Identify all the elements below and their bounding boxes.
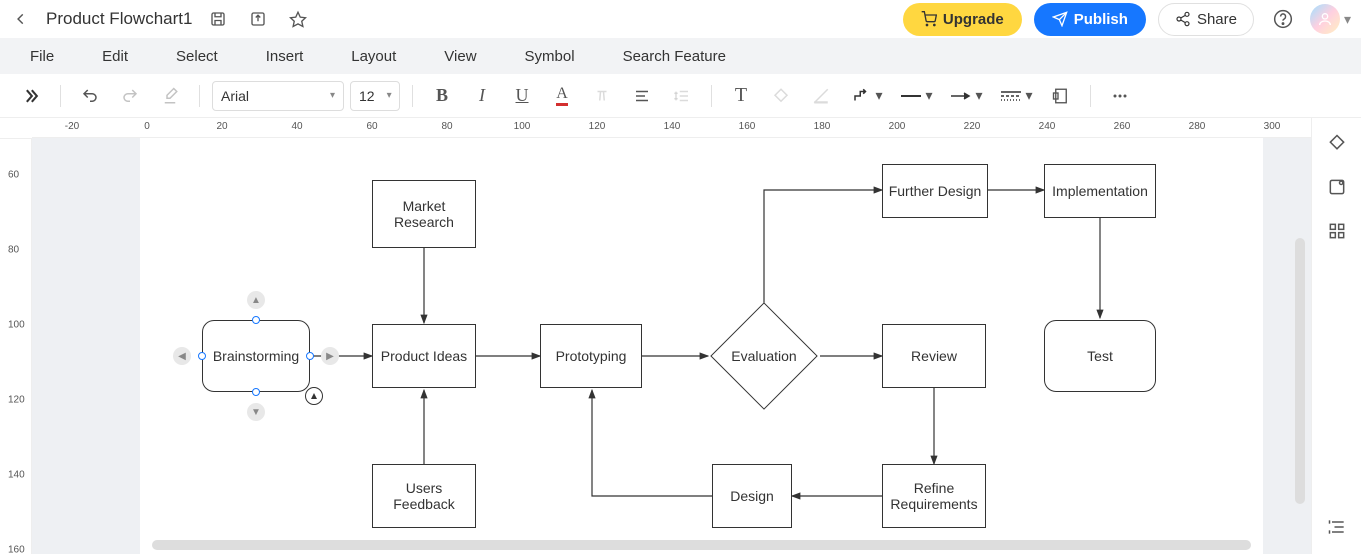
page-setup-icon[interactable] bbox=[1044, 79, 1078, 113]
apps-icon[interactable] bbox=[1324, 218, 1350, 244]
menu-insert[interactable]: Insert bbox=[266, 48, 304, 65]
font-color-icon[interactable]: A bbox=[545, 79, 579, 113]
menu-view[interactable]: View bbox=[444, 48, 476, 65]
menu-edit[interactable]: Edit bbox=[102, 48, 128, 65]
node-users-feedback[interactable]: Users Feedback bbox=[372, 464, 476, 528]
menubar: File Edit Select Insert Layout View Symb… bbox=[0, 38, 1361, 74]
text-tool-icon[interactable]: T bbox=[724, 79, 758, 113]
font-family-dropdown[interactable]: Arial▾ bbox=[212, 81, 344, 111]
user-avatar[interactable]: ▾ bbox=[1298, 4, 1351, 34]
connection-hint-down-icon[interactable]: ▼ bbox=[247, 403, 265, 421]
node-evaluation[interactable]: Evaluation bbox=[708, 314, 820, 398]
save-icon[interactable] bbox=[204, 5, 232, 33]
node-refine-requirements[interactable]: Refine Requirements bbox=[882, 464, 986, 528]
share-button[interactable]: Share bbox=[1158, 3, 1254, 36]
resize-handle[interactable] bbox=[252, 388, 260, 396]
italic-icon[interactable]: I bbox=[465, 79, 499, 113]
node-prototyping[interactable]: Prototyping bbox=[540, 324, 642, 388]
line-color-icon[interactable] bbox=[804, 79, 838, 113]
node-product-ideas[interactable]: Product Ideas bbox=[372, 324, 476, 388]
resize-handle[interactable] bbox=[306, 352, 314, 360]
toolbar: Arial▾ 12▾ B I U A T ▾ ▾ ▾ ▾ bbox=[0, 74, 1361, 118]
rotate-handle-icon[interactable] bbox=[305, 387, 323, 405]
theme-icon[interactable] bbox=[1324, 130, 1350, 156]
menu-search-feature[interactable]: Search Feature bbox=[623, 48, 726, 65]
redo-icon[interactable] bbox=[113, 79, 147, 113]
horizontal-ruler: -200204060801001201401601802002202402602… bbox=[32, 118, 1311, 138]
star-icon[interactable] bbox=[284, 5, 312, 33]
node-design[interactable]: Design bbox=[712, 464, 792, 528]
outline-icon[interactable] bbox=[1324, 514, 1350, 540]
clear-format-icon[interactable] bbox=[585, 79, 619, 113]
line-dash-icon[interactable]: ▾ bbox=[994, 79, 1038, 113]
format-painter-icon[interactable] bbox=[153, 79, 187, 113]
vertical-scrollbar[interactable] bbox=[1295, 238, 1305, 504]
line-weight-icon[interactable]: ▾ bbox=[894, 79, 938, 113]
connection-hint-right-icon[interactable]: ▶ bbox=[321, 347, 339, 365]
menu-symbol[interactable]: Symbol bbox=[525, 48, 575, 65]
menu-file[interactable]: File bbox=[30, 48, 54, 65]
publish-button[interactable]: Publish bbox=[1034, 3, 1146, 36]
align-icon[interactable] bbox=[625, 79, 659, 113]
help-icon[interactable] bbox=[1268, 4, 1298, 34]
document-title[interactable]: Product Flowchart1 bbox=[46, 9, 192, 29]
expand-panel-icon[interactable] bbox=[14, 79, 48, 113]
bold-icon[interactable]: B bbox=[425, 79, 459, 113]
more-icon[interactable] bbox=[1103, 79, 1137, 113]
connector-style-icon[interactable]: ▾ bbox=[844, 79, 888, 113]
resize-handle[interactable] bbox=[198, 352, 206, 360]
font-size-dropdown[interactable]: 12▾ bbox=[350, 81, 400, 111]
node-test[interactable]: Test bbox=[1044, 320, 1156, 392]
node-further-design[interactable]: Further Design bbox=[882, 164, 988, 218]
back-button[interactable] bbox=[10, 8, 32, 30]
node-market-research[interactable]: Market Research bbox=[372, 180, 476, 248]
properties-icon[interactable] bbox=[1324, 174, 1350, 200]
vertical-ruler: 6080100120140160 bbox=[0, 138, 32, 554]
connection-hint-left-icon[interactable]: ◀ bbox=[173, 347, 191, 365]
caret-down-icon: ▾ bbox=[1344, 11, 1351, 28]
node-implementation[interactable]: Implementation bbox=[1044, 164, 1156, 218]
node-brainstorming[interactable]: Brainstorming ▲ ▼ ◀ ▶ bbox=[202, 320, 310, 392]
resize-handle[interactable] bbox=[252, 316, 260, 324]
undo-icon[interactable] bbox=[73, 79, 107, 113]
horizontal-scrollbar[interactable] bbox=[152, 540, 1251, 550]
line-spacing-icon[interactable] bbox=[665, 79, 699, 113]
underline-icon[interactable]: U bbox=[505, 79, 539, 113]
menu-select[interactable]: Select bbox=[176, 48, 218, 65]
upgrade-button[interactable]: Upgrade bbox=[903, 3, 1022, 36]
fill-color-icon[interactable] bbox=[764, 79, 798, 113]
canvas[interactable]: Brainstorming ▲ ▼ ◀ ▶ Market Research Pr… bbox=[32, 138, 1311, 554]
arrow-style-icon[interactable]: ▾ bbox=[944, 79, 988, 113]
page-margin-left bbox=[32, 138, 140, 554]
node-review[interactable]: Review bbox=[882, 324, 986, 388]
menu-layout[interactable]: Layout bbox=[351, 48, 396, 65]
right-panel bbox=[1311, 118, 1361, 554]
connection-hint-up-icon[interactable]: ▲ bbox=[247, 291, 265, 309]
export-icon[interactable] bbox=[244, 5, 272, 33]
